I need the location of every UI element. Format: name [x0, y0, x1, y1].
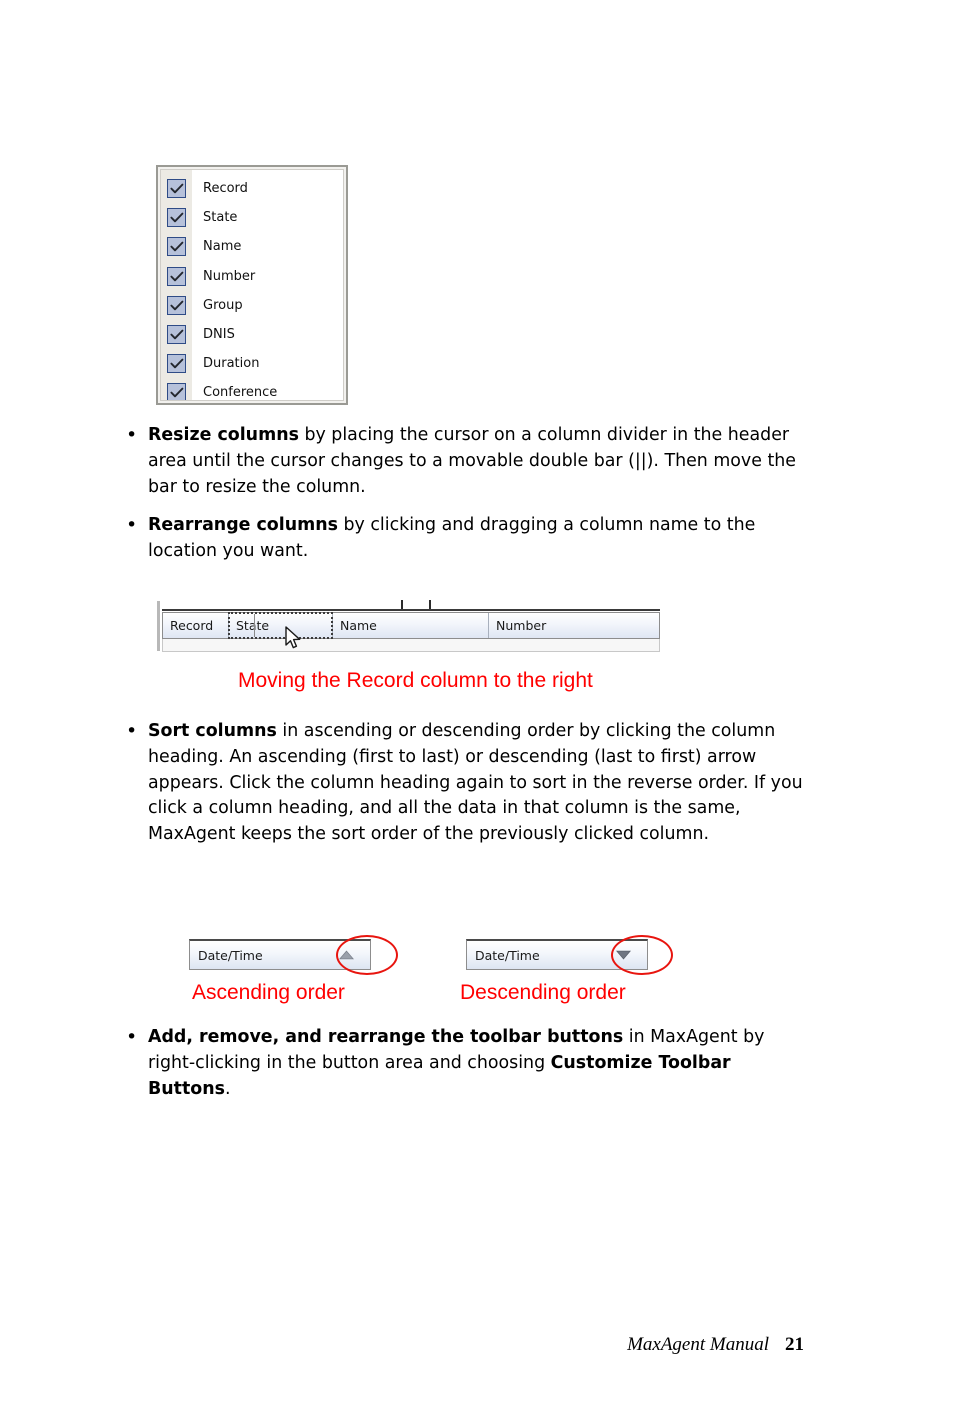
bullet-resize-lead: Resize columns — [148, 425, 299, 445]
caption-descending-order: Descending order — [460, 981, 626, 1004]
bullet-toolbar-lead: Add, remove, and rearrange the toolbar b… — [148, 1027, 624, 1047]
bullet-rearrange-text: Rearrange columns by clicking and draggi… — [148, 513, 808, 565]
caption-ascending-order: Ascending order — [192, 981, 345, 1004]
grid-body-strip — [162, 639, 660, 652]
column-chooser-label: Number — [203, 268, 256, 284]
column-chooser-row[interactable]: Record — [161, 174, 343, 203]
bullet-marker: • — [126, 1026, 138, 1048]
drag-cursor-icon — [284, 626, 306, 656]
page-footer: MaxAgent Manual 21 — [0, 1334, 954, 1356]
column-chooser-label: Name — [203, 239, 242, 255]
bullet-rearrange-lead: Rearrange columns — [148, 515, 338, 535]
checkbox-checked-icon[interactable] — [167, 383, 186, 400]
column-chooser-label: Conference — [203, 385, 278, 401]
drag-selection-divider — [254, 614, 255, 637]
column-chooser-row[interactable]: Conference — [161, 378, 343, 401]
column-header-label: Date/Time — [198, 947, 263, 963]
bullet-marker: • — [126, 720, 138, 742]
annotation-ellipse-ascending — [336, 935, 398, 975]
column-chooser-label: Duration — [203, 356, 260, 372]
column-chooser-label: Record — [203, 181, 248, 197]
grid-left-rail — [157, 601, 160, 651]
column-header-label: Date/Time — [475, 947, 540, 963]
column-chooser-row[interactable]: State — [161, 203, 343, 232]
checkbox-checked-icon[interactable] — [167, 295, 186, 315]
caption-moving-record-column: Moving the Record column to the right — [238, 669, 593, 692]
column-chooser-label: DNIS — [203, 327, 235, 343]
column-chooser-row[interactable]: Number — [161, 262, 343, 291]
bullet-toolbar-text: Add, remove, and rearrange the toolbar b… — [148, 1025, 778, 1102]
checkbox-checked-icon[interactable] — [167, 179, 186, 199]
bullet-resize-columns: • Resize columns by placing the cursor o… — [118, 423, 808, 500]
bullet-toolbar-buttons: • Add, remove, and rearrange the toolbar… — [118, 1025, 778, 1102]
bullet-sort-columns: • Sort columns in ascending or descendin… — [118, 719, 808, 848]
column-chooser-panel: Record State Name Number Group DNIS Duration Co… — [156, 165, 348, 405]
checkbox-checked-icon[interactable] — [167, 354, 186, 374]
column-chooser-row[interactable]: Duration — [161, 349, 343, 378]
bullet-sort-text: Sort columns in ascending or descending … — [148, 719, 808, 848]
grid-header-row: Record State Name Number — [162, 612, 660, 639]
drop-indicator-rule — [162, 609, 660, 611]
column-header-number[interactable]: Number — [489, 613, 659, 638]
footer-book-title: MaxAgent Manual — [627, 1334, 769, 1355]
bullet-sort-lead: Sort columns — [148, 721, 277, 741]
column-chooser-row[interactable]: Group — [161, 291, 343, 320]
column-header-name[interactable]: Name — [333, 613, 489, 638]
bullet-marker: • — [126, 514, 138, 536]
bullet-marker: • — [126, 424, 138, 446]
drop-indicator-mark-right — [429, 600, 431, 609]
bullet-resize-text: Resize columns by placing the cursor on … — [148, 423, 808, 500]
checkbox-checked-icon[interactable] — [167, 266, 186, 286]
column-chooser-label: State — [203, 210, 238, 226]
column-header-state[interactable]: State — [229, 613, 333, 638]
drop-indicator-mark-left — [401, 600, 403, 609]
annotation-ellipse-descending — [611, 935, 673, 975]
checkbox-checked-icon[interactable] — [167, 237, 186, 257]
bullet-toolbar-tail: . — [224, 1078, 231, 1099]
column-chooser-row[interactable]: DNIS — [161, 320, 343, 349]
column-chooser-list: Record State Name Number Group DNIS Duration Co… — [160, 169, 344, 401]
checkbox-checked-icon[interactable] — [167, 325, 186, 345]
column-drag-figure: Record State Name Number — [157, 598, 660, 654]
bullet-rearrange-columns: • Rearrange columns by clicking and drag… — [118, 513, 808, 565]
footer-page-number: 21 — [785, 1334, 804, 1355]
column-chooser-label: Group — [203, 297, 243, 313]
column-header-record[interactable]: Record — [163, 613, 229, 638]
checkbox-checked-icon[interactable] — [167, 208, 186, 228]
column-chooser-row[interactable]: Name — [161, 232, 343, 261]
